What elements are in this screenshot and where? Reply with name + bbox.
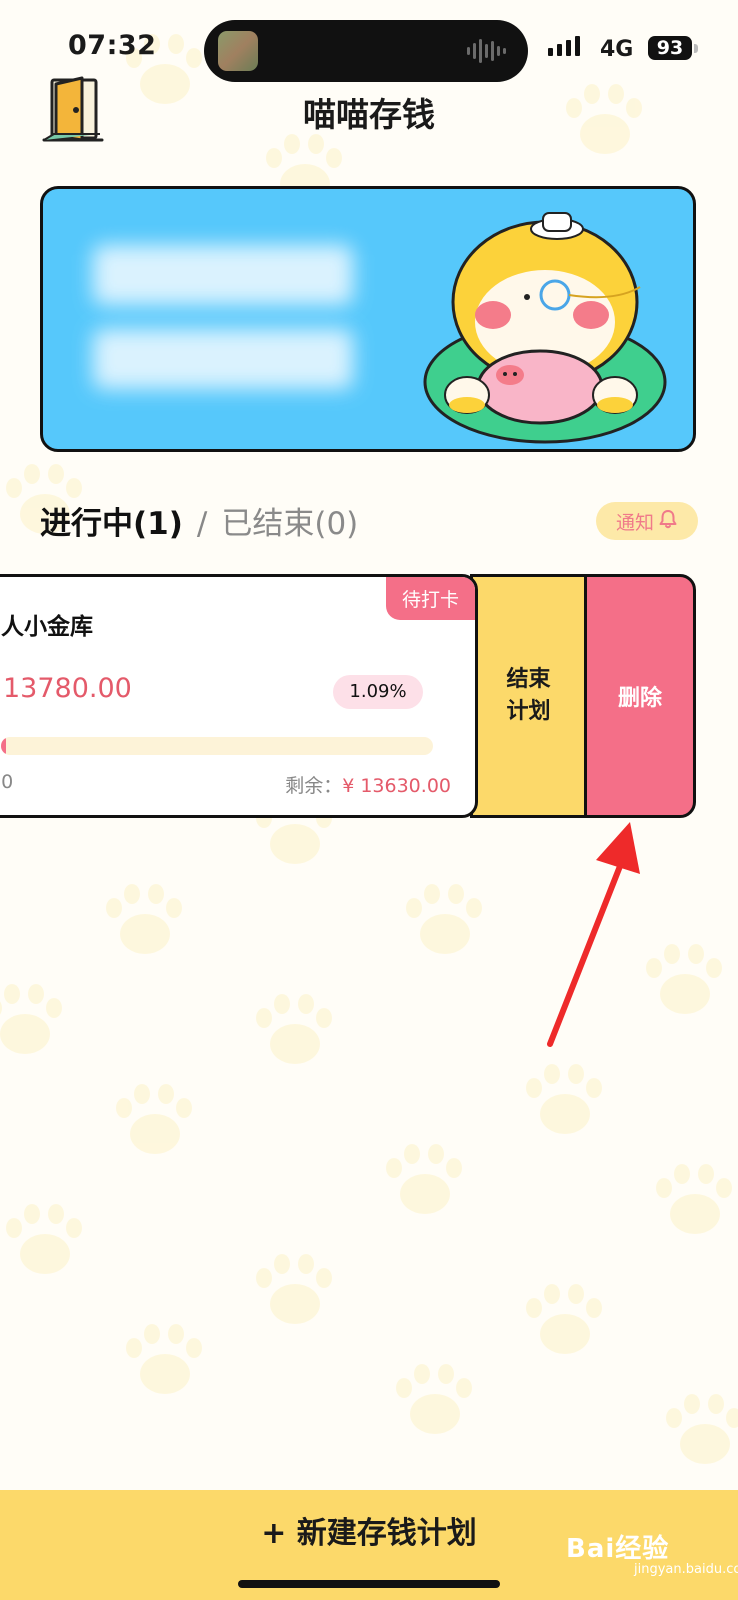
status-badge: 待打卡 — [385, 577, 475, 620]
remaining-value: ¥ 13630.00 — [342, 775, 451, 797]
remaining-label: 剩余： — [285, 775, 343, 797]
tab-in-progress[interactable]: 进行中(1) — [40, 498, 183, 543]
red-annotation-arrow — [547, 822, 640, 1047]
delete-button[interactable]: 删除 — [584, 574, 696, 818]
now-playing-thumbnail — [218, 31, 258, 71]
savings-plan-card[interactable]: 待打卡 人小金库 13780.00 1.09% 00 剩余：¥ 13630.00 — [0, 574, 478, 818]
baidu-watermark-url: jingyan.baidu.com — [634, 1562, 738, 1577]
status-time: 07:32 — [68, 30, 157, 61]
progress-bar — [1, 737, 433, 755]
hero-banner[interactable] — [40, 186, 696, 452]
notify-label: 通知 — [615, 511, 654, 534]
tab-ended[interactable]: 已结束(0) — [221, 498, 358, 543]
bell-icon — [658, 509, 678, 534]
page-title: 喵喵存钱 — [303, 95, 435, 134]
plan-status-tabs: 进行中(1) / 已结束(0) — [40, 498, 358, 543]
blurred-text-line-1 — [93, 245, 353, 305]
dynamic-island[interactable] — [204, 20, 528, 82]
audio-waveform-icon — [467, 38, 506, 64]
plan-row-actions: 结束 计划 删除 — [470, 574, 696, 818]
plan-name: 人小金库 — [1, 614, 93, 640]
hamster-mascot-illustration — [423, 212, 667, 444]
network-type: 4G — [600, 37, 634, 62]
progress-percent-badge: 1.09% — [333, 675, 423, 709]
battery-icon — [694, 44, 698, 53]
signal-icon — [548, 36, 580, 56]
plan-target-amount: 13780.00 — [3, 673, 132, 704]
tab-separator: / — [196, 506, 208, 542]
notify-button[interactable]: 通知 — [596, 502, 698, 540]
progress-bar-fill — [1, 737, 6, 755]
plan-saved-amount: 00 — [0, 771, 14, 793]
blurred-text-line-2 — [93, 329, 353, 389]
plan-remaining: 剩余：¥ 13630.00 — [285, 771, 451, 798]
status-bar: 07:32 4G 93 — [0, 0, 738, 90]
battery-level: 93 — [648, 36, 692, 60]
baidu-watermark-logo: Bai经验 — [566, 1534, 670, 1564]
home-indicator[interactable] — [238, 1580, 500, 1588]
end-plan-button[interactable]: 结束 计划 — [470, 574, 584, 818]
